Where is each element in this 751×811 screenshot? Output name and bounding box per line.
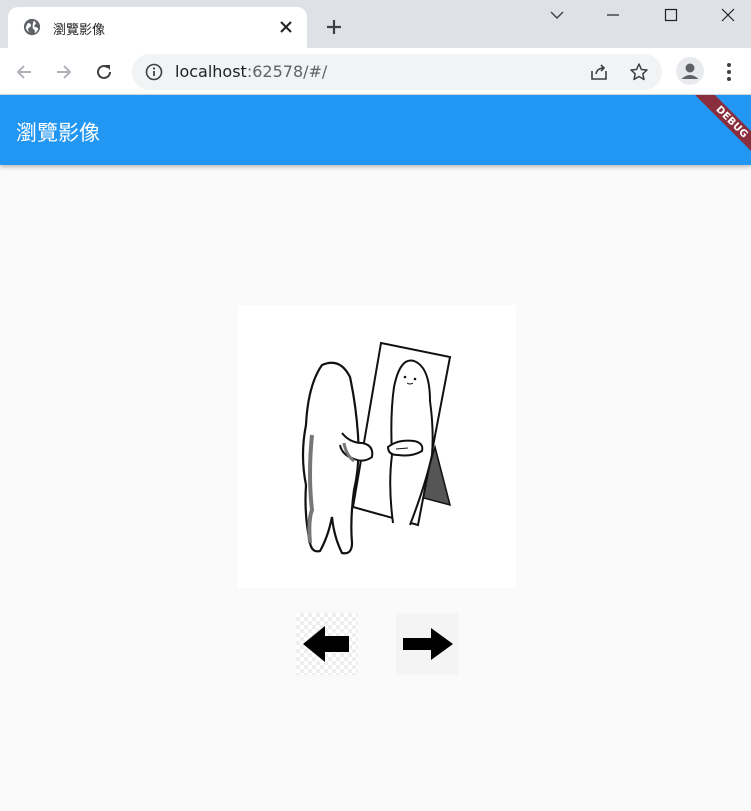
reload-icon: [97, 64, 111, 79]
person-icon: [681, 63, 699, 79]
debug-label: DEBUG: [713, 103, 751, 141]
browser-tab[interactable]: 瀏覽影像: [8, 7, 307, 48]
close-icon: [721, 8, 735, 22]
next-image-button[interactable]: [396, 613, 458, 675]
minimize-icon: [607, 14, 619, 16]
maximize-button[interactable]: [648, 0, 694, 30]
globe-icon: [23, 18, 41, 36]
arrow-back-icon: [16, 65, 31, 79]
new-tab-icon[interactable]: [322, 15, 346, 39]
arrow-right-icon: [403, 628, 453, 660]
share-button[interactable]: [588, 61, 610, 83]
minimize-button[interactable]: [590, 0, 636, 30]
bookmark-button[interactable]: [628, 61, 650, 83]
page-title: 瀏覽影像: [16, 121, 100, 145]
arrow-forward-icon: [57, 65, 72, 79]
url-host: localhost: [175, 62, 247, 81]
address-bar[interactable]: localhost:62578/#/: [132, 54, 662, 90]
app-bar: 瀏覽影像 DEBUG: [0, 95, 751, 165]
back-button[interactable]: [10, 58, 38, 86]
image-viewer: [238, 305, 516, 588]
tab-strip: 瀏覽影像: [0, 0, 751, 48]
star-icon: [630, 63, 648, 81]
tab-search-button[interactable]: [534, 0, 580, 30]
forward-button[interactable]: [50, 58, 78, 86]
url-path: :62578/#/: [246, 62, 328, 81]
profile-avatar[interactable]: [676, 57, 704, 85]
share-icon: [591, 64, 607, 80]
previous-image-button[interactable]: [296, 613, 358, 675]
close-window-button[interactable]: [705, 0, 751, 30]
browser-toolbar: localhost:62578/#/: [0, 48, 751, 95]
browser-menu-button[interactable]: [718, 60, 740, 84]
ghost-mirror-illustration: [301, 341, 452, 555]
url-text: localhost:62578/#/: [175, 62, 327, 81]
close-tab-icon[interactable]: [277, 18, 295, 36]
tab-title: 瀏覽影像: [53, 23, 106, 38]
reload-button[interactable]: [90, 58, 118, 86]
more-vert-icon: [727, 63, 731, 81]
chevron-down-icon: [550, 11, 564, 19]
debug-banner: DEBUG: [691, 95, 751, 163]
maximize-icon: [664, 8, 678, 22]
info-icon[interactable]: [145, 63, 163, 81]
arrow-left-icon: [303, 626, 349, 662]
